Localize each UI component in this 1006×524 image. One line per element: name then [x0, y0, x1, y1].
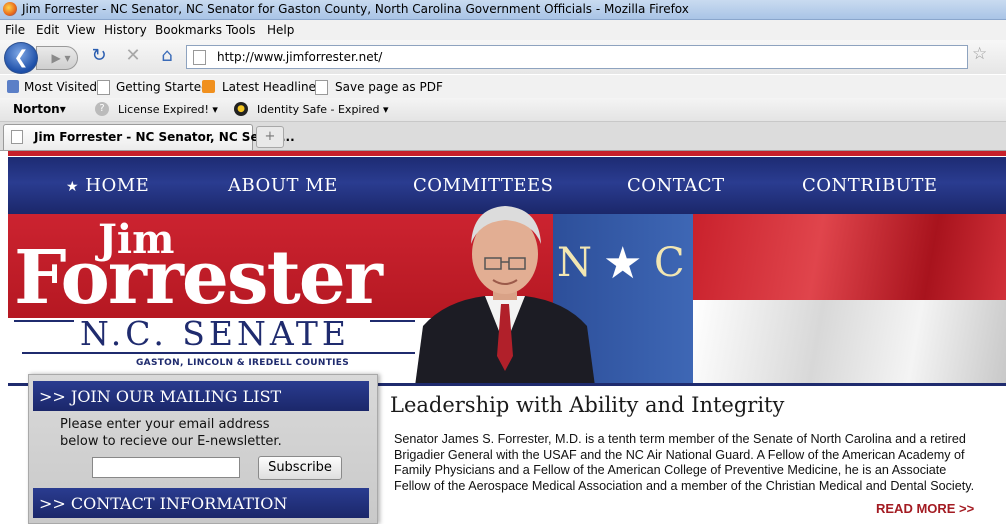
top-red-stripe — [8, 151, 1006, 156]
window-title: Jim Forrester - NC Senator, NC Senator f… — [22, 2, 689, 16]
menu-file[interactable]: File — [5, 23, 25, 37]
chevron-down-icon: ▾ — [212, 103, 218, 116]
firefox-icon — [3, 2, 17, 16]
reload-icon[interactable]: ↻ — [88, 45, 110, 67]
chevron-down-icon: ▾ — [383, 103, 389, 116]
nav-contact[interactable]: CONTACT — [627, 175, 725, 196]
senator-bio: Senator James S. Forrester, M.D. is a te… — [394, 432, 1002, 494]
most-visited-icon — [7, 80, 19, 93]
forward-button[interactable]: ▶ ▾ — [36, 46, 78, 70]
page-icon — [97, 80, 110, 95]
nav-home-label: HOME — [85, 175, 150, 196]
page-headline: Leadership with Ability and Integrity — [390, 393, 785, 417]
flag-red-stripe — [693, 214, 1006, 300]
url-text: http://www.jimforrester.net/ — [217, 50, 383, 64]
menu-edit[interactable]: Edit — [36, 23, 59, 37]
bio-line: Senator James S. Forrester, M.D. is a te… — [394, 432, 966, 446]
norton-brand: Norton — [13, 102, 60, 116]
mailing-line-1: Please enter your email address — [60, 417, 270, 432]
back-arrow-icon: ❮ — [13, 47, 29, 68]
home-icon[interactable]: ⌂ — [156, 45, 178, 67]
lock-icon: ● — [234, 102, 248, 116]
bio-line: Family Physicians and a Fellow of the Am… — [394, 463, 947, 477]
address-bar[interactable]: http://www.jimforrester.net/ — [186, 45, 968, 69]
mailing-list-title: >> JOIN OUR MAILING LIST — [39, 387, 282, 406]
bio-line: Fellow of the Aerospace Medical Associat… — [394, 478, 975, 493]
mailing-line-2: below to recieve our E-newsletter. — [60, 434, 282, 449]
mailing-list-heading: >> JOIN OUR MAILING LIST — [33, 381, 369, 411]
license-label: License Expired! — [118, 103, 209, 116]
window-title-bar: Jim Forrester - NC Senator, NC Senator f… — [0, 0, 1006, 20]
help-icon: ? — [95, 102, 109, 116]
banner-rule — [14, 320, 74, 322]
flag-white-stripe — [693, 300, 1006, 386]
nav-contribute[interactable]: CONTRIBUTE — [802, 175, 938, 196]
banner-office: N.C. SENATE — [80, 314, 351, 353]
contact-info-heading[interactable]: >> CONTACT INFORMATION — [33, 488, 369, 518]
nav-home[interactable]: ★ HOME — [66, 175, 149, 196]
new-tab-button[interactable]: + — [256, 126, 284, 148]
senator-portrait — [415, 206, 595, 386]
chevron-down-icon: ▾ — [59, 102, 66, 116]
page-icon — [315, 80, 328, 95]
rss-icon — [202, 80, 215, 93]
banner-last-name: Forrester — [14, 235, 383, 321]
back-button[interactable]: ❮ — [4, 42, 38, 74]
bookmark-star-icon[interactable]: ☆ — [972, 44, 987, 64]
page-icon — [193, 50, 206, 65]
page-icon — [11, 130, 23, 144]
license-expired-menu[interactable]: License Expired! ▾ — [118, 103, 218, 116]
identity-safe-menu[interactable]: Identity Safe - Expired ▾ — [257, 103, 389, 116]
contact-info-title: >> CONTACT INFORMATION — [39, 494, 288, 513]
menu-view[interactable]: View — [67, 23, 95, 37]
banner-counties: GASTON, LINCOLN & IREDELL COUNTIES — [136, 358, 350, 368]
bio-line: Brigadier General with the USAF and the … — [394, 447, 965, 462]
bookmark-save-pdf[interactable]: Save page as PDF — [335, 80, 443, 94]
nav-about-me[interactable]: ABOUT ME — [228, 175, 338, 196]
menu-history[interactable]: History — [104, 23, 147, 37]
read-more-link[interactable]: READ MORE >> — [876, 501, 974, 516]
star-icon: ★ — [66, 179, 80, 195]
stop-icon[interactable]: ✕ — [122, 45, 144, 67]
flag-letter-c: C — [654, 240, 685, 286]
banner-rule — [370, 320, 415, 322]
forward-arrow-icon: ▶ ▾ — [51, 51, 71, 65]
norton-menu[interactable]: Norton▾ — [13, 102, 66, 116]
menu-bookmarks[interactable]: Bookmarks — [155, 23, 222, 37]
email-input[interactable] — [92, 457, 240, 478]
subscribe-button[interactable]: Subscribe — [258, 456, 342, 480]
banner-rule — [22, 352, 415, 354]
menu-tools[interactable]: Tools — [226, 23, 256, 37]
nav-committees[interactable]: COMMITTEES — [413, 175, 553, 196]
bookmark-latest-headlines[interactable]: Latest Headlines — [222, 80, 322, 94]
bookmark-most-visited[interactable]: Most Visited — [24, 80, 97, 94]
menu-help[interactable]: Help — [267, 23, 294, 37]
menu-bar: File Edit View History Bookmarks Tools H… — [0, 20, 1006, 40]
bookmark-getting-started[interactable]: Getting Started — [116, 80, 209, 94]
tab-active[interactable]: Jim Forrester - NC Senator, NC Senat... — [3, 124, 295, 150]
mailing-list-description: Please enter your email address below to… — [60, 416, 282, 450]
identity-label: Identity Safe - Expired — [257, 103, 380, 116]
flag-star-icon: ★ — [603, 238, 643, 289]
